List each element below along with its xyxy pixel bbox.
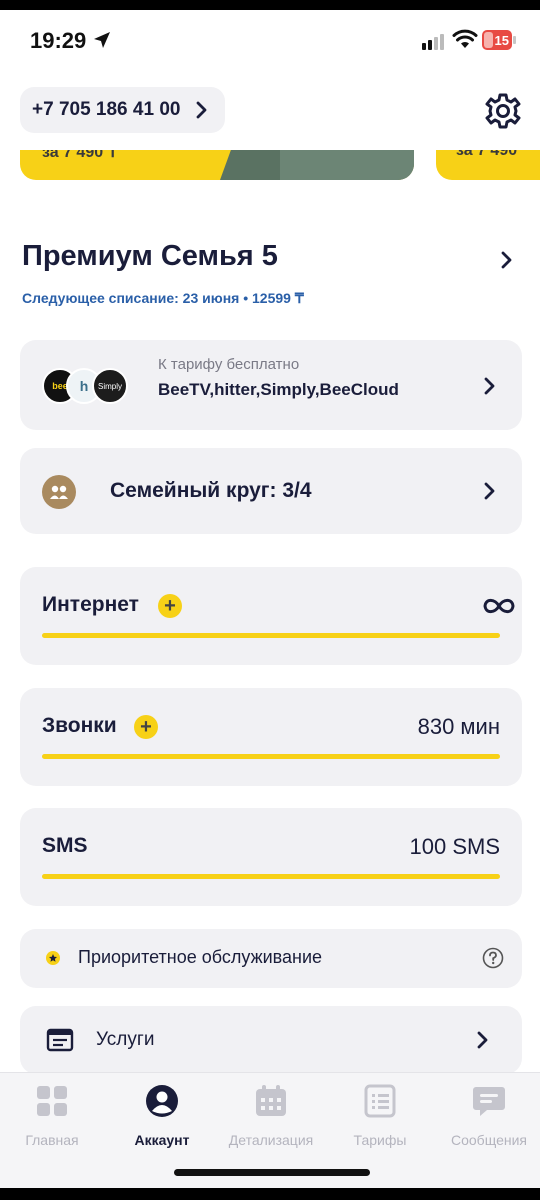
priority-service-card[interactable]: Приоритетное обслуживание (20, 929, 522, 988)
phone-number: +7 705 186 41 00 (32, 99, 181, 120)
tab-account-label: Аккаунт (134, 1132, 190, 1148)
settings-gear-icon[interactable] (484, 92, 522, 130)
battery-level: 15 (494, 32, 509, 48)
tab-details[interactable]: Детализация (221, 1083, 321, 1148)
free-services-label: К тарифу бесплатно (158, 356, 300, 373)
sms-progress-fill (42, 874, 500, 879)
free-services-card[interactable]: bee h Simply К тарифу бесплатно BeeTV,hi… (20, 340, 522, 430)
screen-bottom-edge (0, 1188, 540, 1200)
tab-messages[interactable]: Сообщения (439, 1083, 539, 1148)
status-time: 19:29 (30, 28, 87, 53)
screen-top-edge (0, 0, 540, 10)
star-icon (46, 951, 60, 965)
services-label: Услуги (96, 1029, 155, 1050)
sms-remaining: 100 SMS (409, 834, 501, 859)
battery-icon: 15 (482, 30, 518, 50)
internet-usage-card[interactable]: Интернет + (20, 567, 522, 665)
tab-main-label: Главная (25, 1132, 79, 1148)
promo-banner-next[interactable]: за 7 490 (436, 150, 540, 180)
grid-icon (37, 1086, 67, 1116)
services-list-icon (46, 1028, 74, 1052)
simply-logo-icon: Simply (92, 368, 128, 404)
services-card[interactable]: Услуги (20, 1006, 522, 1074)
sms-title: SMS (42, 834, 88, 857)
free-services-list: BeeTV,hitter,Simply,BeeCloud (158, 380, 399, 399)
internet-title: Интернет (42, 593, 139, 616)
tab-tariffs[interactable]: Тарифы (330, 1083, 430, 1148)
promo-banner[interactable]: за 7 490 ₸ (20, 150, 414, 180)
family-circle-label: Семейный круг: 3/4 (110, 479, 312, 502)
tab-messages-label: Сообщения (451, 1132, 527, 1148)
phone-number-button[interactable]: +7 705 186 41 00 (20, 87, 225, 133)
calls-progress-fill (42, 754, 500, 759)
calls-remaining: 830 мин (417, 714, 500, 739)
internet-progress-fill (42, 633, 500, 638)
sms-usage-card[interactable]: SMS 100 SMS (20, 808, 522, 906)
chevron-right-icon (477, 1031, 488, 1049)
location-arrow-icon (94, 32, 110, 48)
help-question-icon[interactable] (482, 947, 504, 969)
tab-main[interactable]: Главная (2, 1083, 102, 1148)
priority-service-label: Приоритетное обслуживание (78, 947, 323, 967)
calls-title: Звонки (42, 714, 117, 737)
plan-name[interactable]: Премиум Семья 5 (22, 240, 278, 273)
chevron-right-icon (196, 101, 207, 119)
add-internet-icon[interactable]: + (158, 594, 182, 618)
sms-progress-bar (42, 874, 500, 879)
calls-progress-bar (42, 754, 500, 759)
wifi-icon (452, 29, 478, 48)
add-calls-icon[interactable]: + (134, 715, 158, 739)
status-bar: 19:29 15 (0, 10, 540, 68)
family-circle-card[interactable]: Семейный круг: 3/4 (20, 448, 522, 534)
tab-details-label: Детализация (228, 1132, 314, 1148)
chevron-right-icon (484, 482, 495, 500)
promo-banner-price: за 7 490 ₸ (42, 150, 118, 161)
calls-usage-card[interactable]: Звонки + 830 мин (20, 688, 522, 786)
service-logos: bee h Simply (42, 368, 132, 406)
list-icon (364, 1084, 396, 1118)
chevron-right-icon (484, 377, 495, 395)
chevron-right-icon[interactable] (498, 250, 516, 270)
promo-banner-next-price: за 7 490 (456, 150, 518, 159)
infinity-icon (483, 598, 515, 614)
next-charge-info: Следующее списание: 23 июня • 12599 ₸ (22, 290, 304, 306)
user-icon (146, 1085, 178, 1117)
home-indicator[interactable] (174, 1169, 370, 1176)
chat-icon (473, 1087, 505, 1116)
tab-account[interactable]: Аккаунт (112, 1083, 212, 1148)
tab-tariffs-label: Тарифы (353, 1132, 407, 1148)
signal-icon (422, 34, 444, 50)
internet-progress-bar (42, 633, 500, 638)
calendar-icon (256, 1085, 286, 1116)
family-icon (42, 475, 76, 509)
